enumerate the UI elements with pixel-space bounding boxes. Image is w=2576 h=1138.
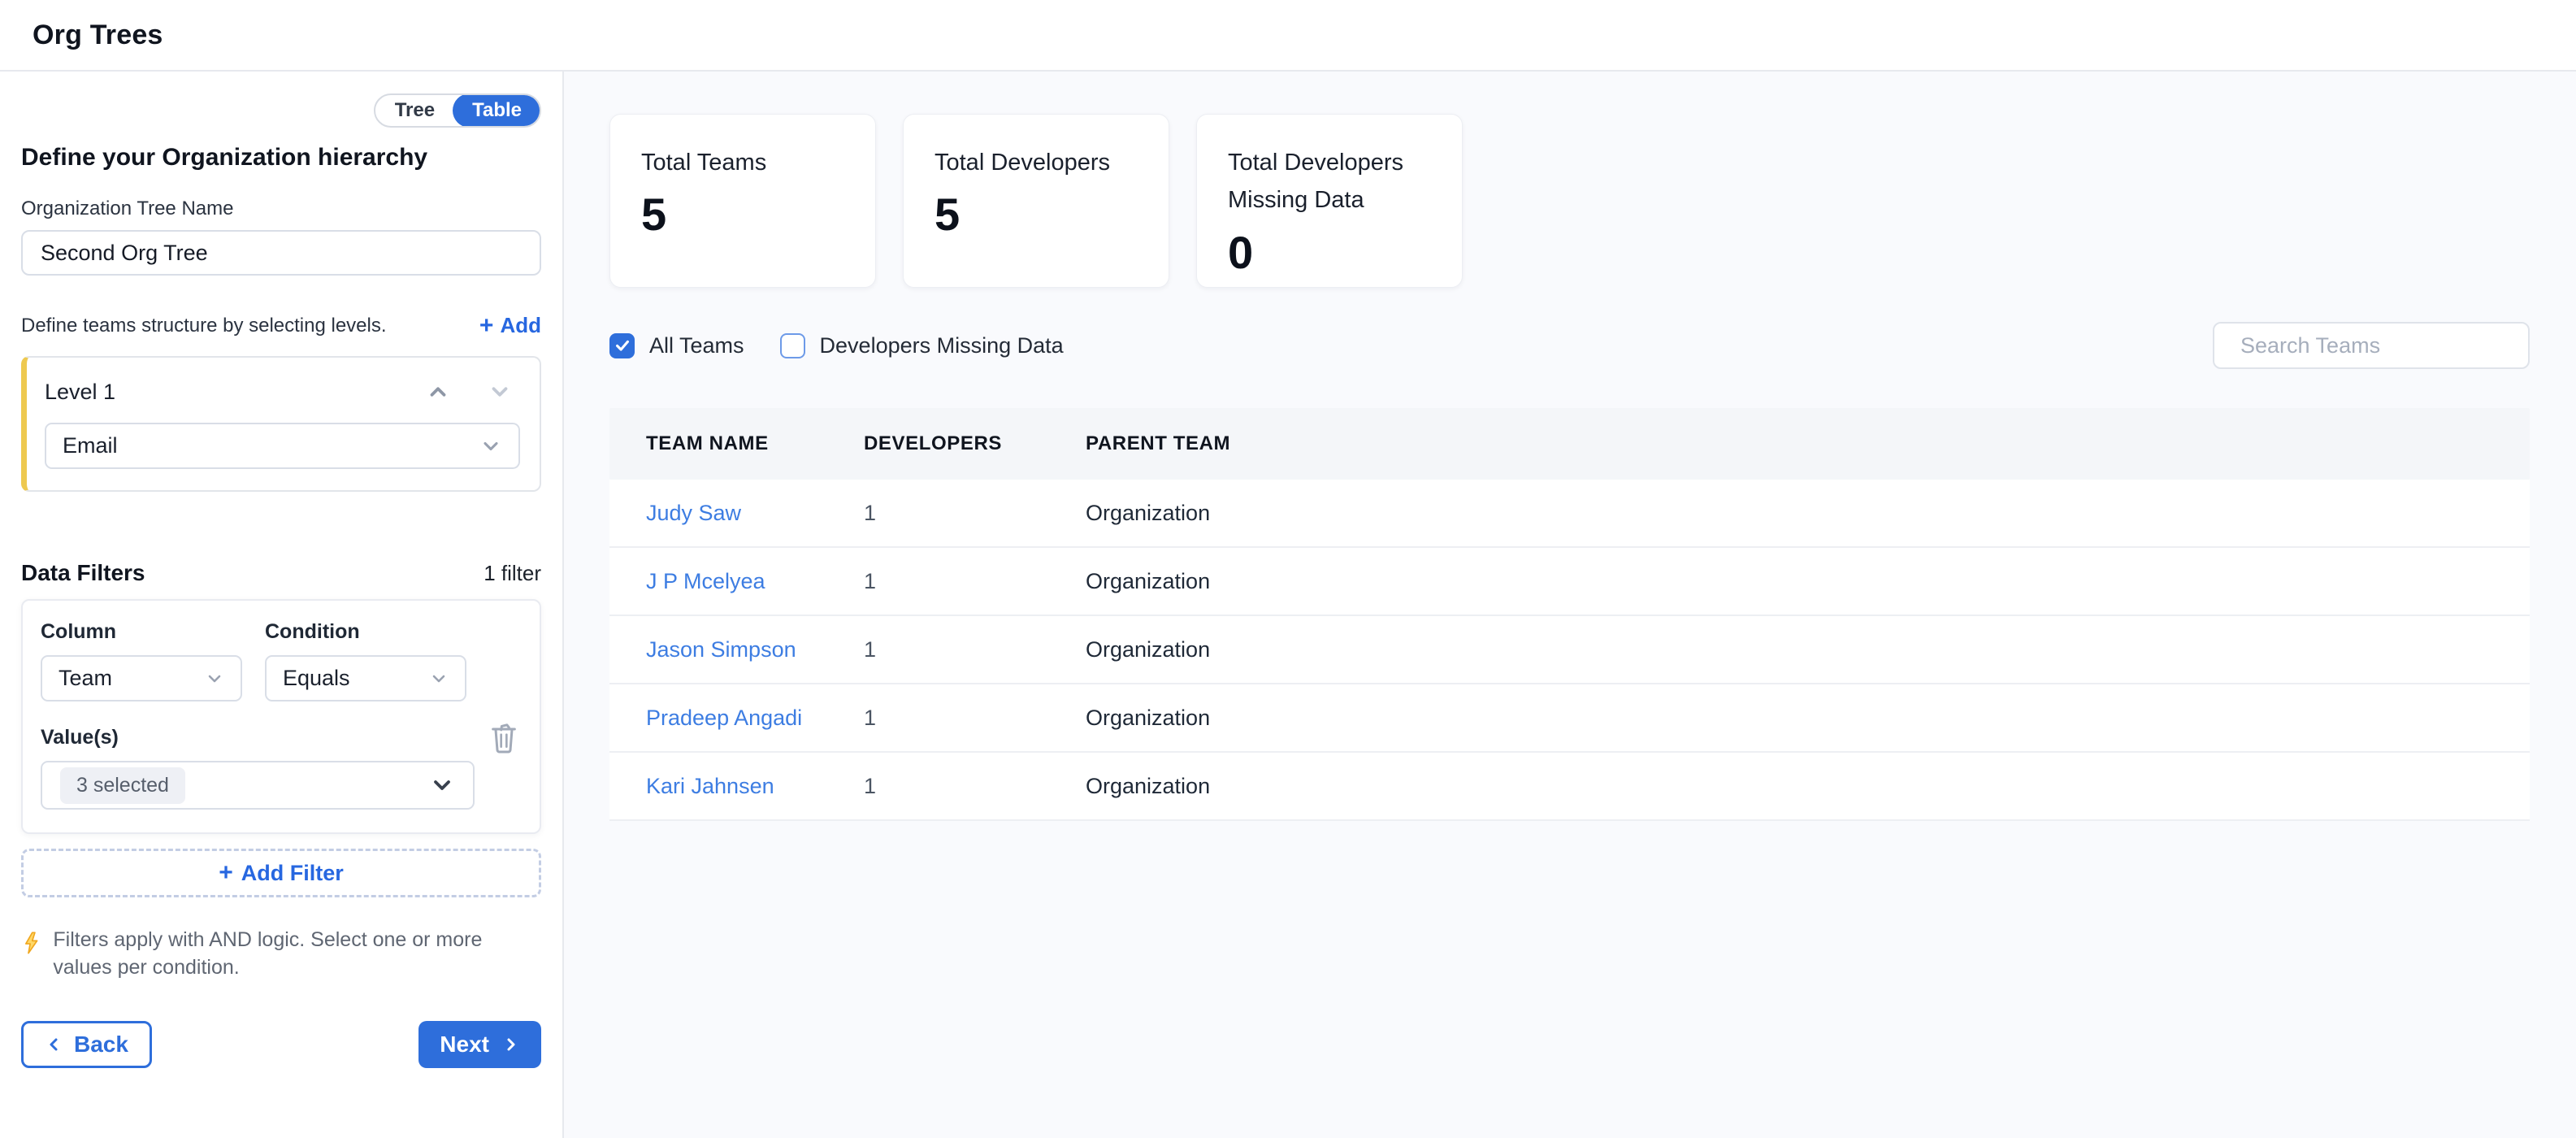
teams-table: TEAM NAME DEVELOPERS PARENT TEAM Judy Sa… — [609, 408, 2530, 821]
search-teams-input[interactable] — [2240, 333, 2528, 358]
table-row: Judy Saw 1 Organization — [609, 480, 2530, 548]
developers-count: 1 — [864, 501, 1086, 526]
add-level-label: Add — [500, 313, 541, 338]
move-level-down-button[interactable] — [488, 380, 512, 404]
selected-count-chip: 3 selected — [60, 767, 185, 804]
column-label: Column — [41, 620, 242, 644]
chevron-down-icon — [429, 772, 455, 798]
developers-count: 1 — [864, 774, 1086, 799]
level-field-select[interactable]: Email — [45, 423, 520, 469]
stat-label: Total Developers — [935, 144, 1138, 181]
page-title: Org Trees — [33, 20, 163, 51]
chevron-down-icon — [479, 435, 502, 458]
parent-team: Organization — [1086, 637, 2530, 662]
search-box[interactable] — [2213, 322, 2530, 369]
condition-value: Equals — [283, 666, 350, 691]
toggle-tree[interactable]: Tree — [375, 93, 454, 128]
filters-note-text: Filters apply with AND logic. Select one… — [53, 927, 517, 982]
table-row: Jason Simpson 1 Organization — [609, 616, 2530, 684]
app-header: Org Trees — [0, 0, 2576, 72]
next-button[interactable]: Next — [418, 1021, 541, 1068]
developers-count: 1 — [864, 569, 1086, 594]
parent-team: Organization — [1086, 774, 2530, 799]
move-level-up-button[interactable] — [426, 380, 450, 404]
stat-label: Total Teams — [641, 144, 844, 181]
stat-value: 5 — [641, 188, 844, 241]
team-name-link[interactable]: Jason Simpson — [646, 637, 864, 662]
stat-value: 5 — [935, 188, 1138, 241]
filters-note: Filters apply with AND logic. Select one… — [21, 927, 541, 982]
plus-icon: + — [479, 314, 494, 338]
developers-missing-checkbox-group[interactable]: Developers Missing Data — [780, 333, 1064, 358]
table-header-row: TEAM NAME DEVELOPERS PARENT TEAM — [609, 408, 2530, 480]
chevron-right-icon — [501, 1035, 520, 1054]
add-level-button[interactable]: + Add — [479, 313, 541, 338]
team-name-link[interactable]: Pradeep Angadi — [646, 706, 864, 731]
col-header-developers: DEVELOPERS — [864, 432, 1086, 455]
column-value: Team — [59, 666, 112, 691]
chevron-down-icon — [429, 669, 449, 688]
add-filter-label: Add Filter — [241, 861, 344, 886]
col-header-parent-team: PARENT TEAM — [1086, 432, 2530, 455]
col-header-team-name: TEAM NAME — [646, 432, 864, 455]
stat-card-total-developers: Total Developers 5 — [903, 114, 1169, 288]
column-select[interactable]: Team — [41, 655, 242, 701]
back-label: Back — [74, 1032, 128, 1058]
team-name-link[interactable]: Judy Saw — [646, 501, 864, 526]
back-button[interactable]: Back — [21, 1021, 152, 1068]
parent-team: Organization — [1086, 706, 2530, 731]
next-label: Next — [440, 1032, 489, 1058]
stat-card-developers-missing-data: Total Developers Missing Data 0 — [1196, 114, 1463, 288]
plus-icon: + — [219, 861, 233, 885]
all-teams-checkbox[interactable] — [609, 333, 635, 358]
parent-team: Organization — [1086, 501, 2530, 526]
stat-value: 0 — [1228, 226, 1431, 279]
developers-count: 1 — [864, 637, 1086, 662]
condition-label: Condition — [265, 620, 466, 644]
stat-card-total-teams: Total Teams 5 — [609, 114, 876, 288]
developers-missing-label: Developers Missing Data — [820, 333, 1064, 358]
all-teams-label: All Teams — [649, 333, 744, 358]
developers-count: 1 — [864, 706, 1086, 731]
level-card: Level 1 Email — [21, 356, 541, 492]
org-tree-name-label: Organization Tree Name — [21, 198, 541, 220]
chevron-down-icon — [488, 380, 512, 404]
lightning-bolt-icon — [21, 927, 41, 959]
sidebar: Tree Table Define your Organization hier… — [0, 72, 564, 1138]
filter-card: Column Team Condition Equals — [21, 599, 541, 834]
sidebar-heading: Define your Organization hierarchy — [21, 144, 541, 172]
team-name-link[interactable]: J P Mcelyea — [646, 569, 864, 594]
stats-row: Total Teams 5 Total Developers 5 Total D… — [609, 114, 2530, 288]
main-panel: Total Teams 5 Total Developers 5 Total D… — [564, 72, 2576, 1138]
developers-missing-checkbox[interactable] — [780, 333, 805, 358]
chevron-down-icon — [205, 669, 224, 688]
org-tree-name-input[interactable] — [21, 230, 541, 276]
add-filter-button[interactable]: + Add Filter — [21, 849, 541, 897]
table-row: Kari Jahnsen 1 Organization — [609, 753, 2530, 821]
values-label: Value(s) — [41, 726, 522, 749]
trash-icon — [488, 719, 520, 755]
table-row: J P Mcelyea 1 Organization — [609, 548, 2530, 616]
parent-team: Organization — [1086, 569, 2530, 594]
chevron-left-icon — [45, 1035, 64, 1054]
delete-filter-button[interactable] — [488, 719, 520, 755]
level-field-value: Email — [63, 433, 118, 458]
team-name-link[interactable]: Kari Jahnsen — [646, 774, 864, 799]
toggle-table[interactable]: Table — [453, 93, 541, 128]
view-toggle: Tree Table — [374, 93, 541, 128]
levels-description: Define teams structure by selecting leve… — [21, 315, 387, 337]
level-title: Level 1 — [45, 380, 115, 405]
data-filters-title: Data Filters — [21, 560, 145, 586]
stat-label: Total Developers Missing Data — [1228, 144, 1431, 219]
filter-count: 1 filter — [484, 561, 541, 586]
check-icon — [614, 337, 631, 354]
table-row: Pradeep Angadi 1 Organization — [609, 684, 2530, 753]
condition-select[interactable]: Equals — [265, 655, 466, 701]
values-multiselect[interactable]: 3 selected — [41, 761, 475, 810]
chevron-up-icon — [426, 380, 450, 404]
all-teams-checkbox-group[interactable]: All Teams — [609, 333, 744, 358]
